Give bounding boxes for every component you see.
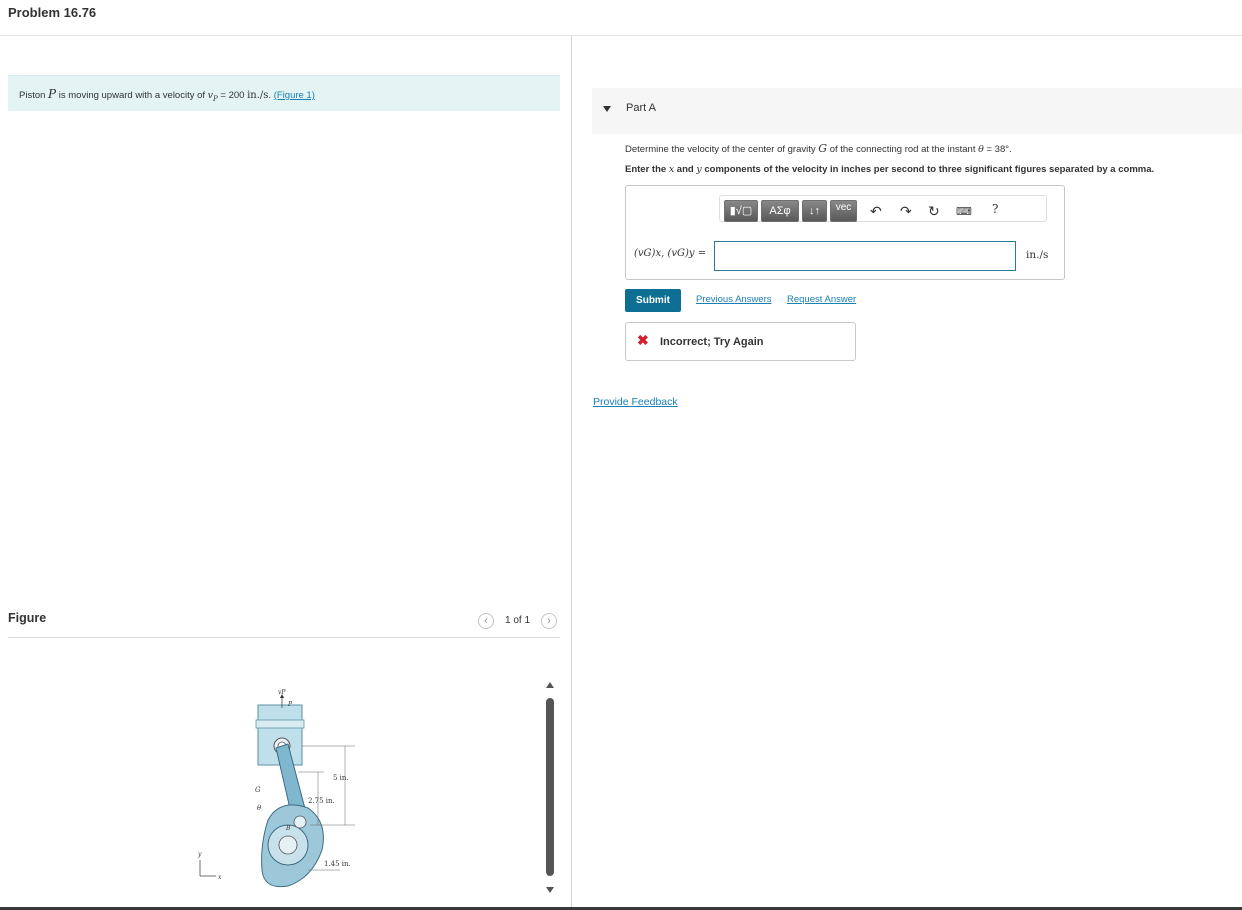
piston-ring [255, 719, 305, 729]
figure-pager-count: 1 of 1 [505, 615, 531, 626]
question-1-value: = 38°. [983, 144, 1012, 155]
problem-intro: Piston P is moving upward with a velocit… [8, 75, 560, 111]
redo-icon[interactable]: ↷ [900, 203, 912, 220]
arrows-button[interactable]: ↓↑ [802, 200, 827, 222]
g-label: G [255, 786, 261, 794]
collapse-arrow-icon[interactable] [603, 106, 611, 112]
help-button[interactable]: ? [992, 202, 998, 216]
dim-275in-label: 2.75 in. [308, 797, 335, 805]
answer-box: ▮√▢ ΑΣφ ↓↑ vec ↶ ↷ ↻ ⌨ ? (vG)x, (vG)y = … [625, 185, 1065, 280]
question-2-pre: Enter the [625, 164, 669, 175]
instruction-text: Enter the x and y components of the velo… [625, 164, 1154, 175]
axis-y-label: y [197, 851, 202, 858]
request-answer-link[interactable]: Request Answer [787, 294, 856, 305]
feedback-message: ✖ Incorrect; Try Again [625, 322, 856, 361]
figure-link[interactable]: (Figure 1) [274, 90, 315, 101]
theta-label: θ [257, 804, 262, 812]
question-1-g: G [818, 142, 828, 155]
page-header: Problem 16.76 [0, 0, 1242, 36]
submit-button[interactable]: Submit [625, 289, 681, 312]
scroll-down-icon [546, 887, 554, 893]
question-1-pre: Determine the velocity of the center of … [625, 144, 819, 155]
answer-label: (vG)x, (vG)y = [634, 248, 706, 259]
previous-answers-link[interactable]: Previous Answers [696, 294, 772, 305]
chevron-right-icon[interactable]: › [541, 613, 557, 629]
symbols-button[interactable]: ΑΣφ [761, 200, 799, 222]
velocity-value: = 200 [217, 90, 248, 101]
intro-text-mid: is moving upward with a velocity of [56, 90, 208, 101]
figure-title: Figure [8, 611, 47, 625]
dim-145in-label: 1.45 in. [324, 860, 351, 868]
scroll-thumb [546, 698, 554, 876]
axis-x-label: x [218, 874, 222, 881]
b-label: B [285, 825, 291, 832]
question-1-post: of the connecting rod at the instant [827, 144, 979, 155]
question-2-and: and [674, 164, 697, 175]
keyboard-icon[interactable]: ⌨ [956, 205, 972, 218]
dim-5in-label: 5 in. [333, 774, 349, 782]
scroll-up-icon [546, 682, 554, 688]
reset-icon[interactable]: ↻ [928, 203, 940, 220]
intro-text-pre: Piston [19, 90, 49, 101]
part-a-label: Part A [626, 102, 656, 114]
velocity-unit: in./s [247, 90, 269, 101]
right-panel: Part A Determine the velocity of the cen… [572, 36, 1242, 910]
figure-scrollbar[interactable] [544, 680, 556, 895]
crank-pin [293, 815, 307, 829]
math-toolbar: ▮√▢ ΑΣφ ↓↑ vec ↶ ↷ ↻ ⌨ ? [719, 195, 1047, 222]
templates-button[interactable]: ▮√▢ [724, 200, 758, 222]
answer-label-text: (vG)x, (vG)y = [634, 248, 707, 259]
piston-figure: vP P G θ B 5 in. 2.75 in. 1.45 in. y x [197, 689, 355, 888]
feedback-text: Incorrect; Try Again [660, 336, 764, 348]
chevron-left-icon[interactable]: ‹ [478, 613, 494, 629]
undo-icon[interactable]: ↶ [870, 203, 882, 220]
piston-variable: P [48, 87, 57, 101]
part-a-header[interactable]: Part A [592, 88, 1242, 134]
provide-feedback-link[interactable]: Provide Feedback [593, 396, 678, 408]
answer-unit: in./s [1026, 249, 1049, 261]
question-text: Determine the velocity of the center of … [625, 142, 1012, 155]
problem-title: Problem 16.76 [8, 5, 97, 20]
vec-button[interactable]: vec [830, 200, 857, 222]
answer-input[interactable] [714, 241, 1016, 271]
question-2-post: components of the velocity in inches per… [701, 164, 1155, 175]
error-x-icon: ✖ [637, 332, 649, 348]
figure-header: Figure ‹ 1 of 1 › [8, 610, 560, 638]
